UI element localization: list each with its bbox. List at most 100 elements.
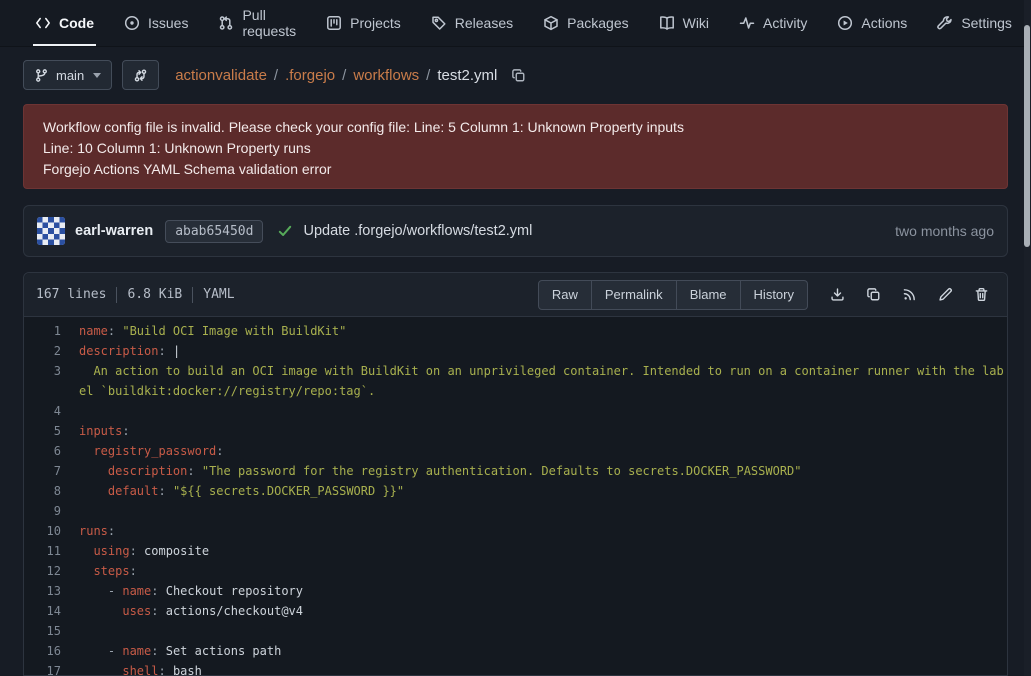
compare-button[interactable]: [122, 60, 159, 90]
delete-trash-icon[interactable]: [974, 287, 989, 302]
line-content: [79, 621, 1007, 641]
tab-releases[interactable]: Releases: [416, 0, 528, 46]
line-number[interactable]: 1: [24, 321, 79, 341]
scrollbar-thumb[interactable]: [1024, 25, 1030, 247]
tab-label: Issues: [148, 15, 188, 31]
tab-activity[interactable]: Activity: [724, 0, 822, 46]
alert-line: Forgejo Actions YAML Schema validation e…: [43, 159, 988, 180]
breadcrumb-segment[interactable]: .forgejo: [285, 67, 335, 84]
copy-path-icon[interactable]: [511, 68, 526, 83]
rss-feed-icon[interactable]: [902, 287, 917, 302]
code-line: 16 - name: Set actions path: [24, 641, 1007, 661]
tab-issues[interactable]: Issues: [109, 0, 203, 46]
tools-icon: [937, 15, 953, 31]
pull-request-icon: [218, 15, 234, 31]
download-icon[interactable]: [830, 287, 845, 302]
breadcrumb-separator: /: [274, 67, 278, 84]
commit-message[interactable]: Update .forgejo/workflows/test2.yml: [303, 223, 532, 239]
history-button[interactable]: History: [741, 280, 808, 310]
permalink-button[interactable]: Permalink: [592, 280, 677, 310]
copy-content-icon[interactable]: [866, 287, 881, 302]
file-view-button-group: Raw Permalink Blame History: [538, 280, 808, 310]
alert-line: Workflow config file is invalid. Please …: [43, 117, 988, 138]
code-line: 12 steps:: [24, 561, 1007, 581]
breadcrumb-segment: test2.yml: [437, 67, 497, 84]
code-line: 1name: "Build OCI Image with BuildKit": [24, 321, 1007, 341]
latest-commit-box: earl-warren abab65450d Update .forgejo/w…: [23, 205, 1008, 257]
line-content: description: "The password for the regis…: [79, 461, 1007, 481]
line-content: - name: Checkout repository: [79, 581, 1007, 601]
tab-label: Code: [59, 15, 94, 31]
breadcrumb-separator: /: [426, 67, 430, 84]
line-number[interactable]: 4: [24, 401, 79, 421]
line-number[interactable]: 15: [24, 621, 79, 641]
tab-label: Activity: [763, 15, 807, 31]
raw-button[interactable]: Raw: [538, 280, 592, 310]
package-icon: [543, 15, 559, 31]
branch-name: main: [56, 68, 84, 83]
branch-selector[interactable]: main: [23, 60, 112, 90]
file-language: YAML: [203, 287, 234, 302]
tab-label: Wiki: [683, 15, 709, 31]
branch-breadcrumb-row: main actionvalidate/.forgejo/workflows/t…: [0, 47, 1031, 104]
tab-pull-requests[interactable]: Pull requests: [203, 0, 311, 46]
breadcrumb-segment[interactable]: workflows: [353, 67, 419, 84]
tab-label: Packages: [567, 15, 628, 31]
code-line: 14 uses: actions/checkout@v4: [24, 601, 1007, 621]
line-number[interactable]: 3: [24, 361, 79, 401]
line-number[interactable]: 17: [24, 661, 79, 676]
commit-author[interactable]: earl-warren: [75, 223, 153, 239]
line-number[interactable]: 2: [24, 341, 79, 361]
line-number[interactable]: 9: [24, 501, 79, 521]
commit-time: two months ago: [895, 223, 994, 239]
scrollbar-track[interactable]: [1024, 0, 1031, 676]
tab-label: Releases: [455, 15, 513, 31]
code-line: 13 - name: Checkout repository: [24, 581, 1007, 601]
line-number[interactable]: 7: [24, 461, 79, 481]
commit-hash-badge[interactable]: abab65450d: [165, 220, 263, 243]
tab-actions[interactable]: Actions: [822, 0, 922, 46]
file-view-box: 167 lines 6.8 KiB YAML Raw Permalink Bla…: [23, 272, 1008, 676]
breadcrumb-segment[interactable]: actionvalidate: [175, 67, 267, 84]
line-content: [79, 501, 1007, 521]
code-line: 5inputs:: [24, 421, 1007, 441]
code-view: 1name: "Build OCI Image with BuildKit"2d…: [24, 317, 1007, 676]
code-line: 2description: |: [24, 341, 1007, 361]
line-number[interactable]: 16: [24, 641, 79, 661]
alert-line: Line: 10 Column 1: Unknown Property runs: [43, 138, 988, 159]
tab-code[interactable]: Code: [20, 0, 109, 46]
avatar[interactable]: [37, 217, 65, 245]
line-number[interactable]: 8: [24, 481, 79, 501]
line-number[interactable]: 10: [24, 521, 79, 541]
line-number[interactable]: 14: [24, 601, 79, 621]
git-compare-icon: [133, 68, 148, 83]
line-number[interactable]: 11: [24, 541, 79, 561]
line-number[interactable]: 13: [24, 581, 79, 601]
tab-settings[interactable]: Settings: [922, 0, 1027, 46]
blame-button[interactable]: Blame: [677, 280, 741, 310]
code-line: 15: [24, 621, 1007, 641]
line-content: name: "Build OCI Image with BuildKit": [79, 321, 1007, 341]
line-content: registry_password:: [79, 441, 1007, 461]
tab-label: Actions: [861, 15, 907, 31]
line-number[interactable]: 6: [24, 441, 79, 461]
chevron-down-icon: [93, 73, 101, 78]
line-number[interactable]: 12: [24, 561, 79, 581]
file-header: 167 lines 6.8 KiB YAML Raw Permalink Bla…: [24, 273, 1007, 317]
line-content: An action to build an OCI image with Bui…: [79, 361, 1007, 401]
code-icon: [35, 15, 51, 31]
file-line-count: 167 lines: [36, 287, 106, 302]
workflow-error-alert: Workflow config file is invalid. Please …: [23, 104, 1008, 189]
line-content: inputs:: [79, 421, 1007, 441]
tab-wiki[interactable]: Wiki: [644, 0, 724, 46]
code-line: 9: [24, 501, 1007, 521]
project-icon: [326, 15, 342, 31]
tab-projects[interactable]: Projects: [311, 0, 416, 46]
commit-status-check-icon[interactable]: [277, 223, 293, 239]
tab-label: Settings: [961, 15, 1012, 31]
tab-packages[interactable]: Packages: [528, 0, 643, 46]
edit-pencil-icon[interactable]: [938, 287, 953, 302]
line-number[interactable]: 5: [24, 421, 79, 441]
divider: [116, 287, 117, 303]
pulse-icon: [739, 15, 755, 31]
